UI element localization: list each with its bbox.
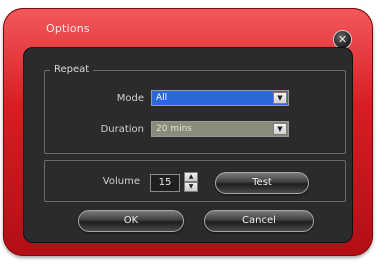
window-title: Options (46, 22, 90, 35)
triangle-down-icon[interactable]: ▼ (184, 182, 198, 192)
duration-dropdown-value: 20 mins (156, 124, 192, 134)
volume-label: Volume (102, 176, 140, 187)
chevron-down-icon[interactable]: ▼ (273, 123, 287, 135)
repeat-group (44, 70, 346, 154)
duration-dropdown[interactable]: 20 mins ▼ (151, 121, 289, 137)
mode-label: Mode (116, 93, 144, 104)
volume-stepper[interactable]: ▲ ▼ (184, 172, 198, 192)
test-button[interactable]: Test (215, 172, 309, 194)
duration-label: Duration (100, 124, 144, 135)
repeat-group-label: Repeat (50, 64, 94, 75)
close-icon: ✕ (337, 33, 348, 46)
mode-dropdown[interactable]: All ▼ (151, 90, 289, 106)
chevron-down-icon[interactable]: ▼ (273, 92, 287, 104)
volume-input[interactable]: 15 (150, 174, 180, 192)
ok-button[interactable]: OK (78, 210, 184, 232)
mode-dropdown-value: All (156, 93, 168, 103)
triangle-up-icon[interactable]: ▲ (184, 172, 198, 182)
cancel-button[interactable]: Cancel (204, 210, 314, 232)
